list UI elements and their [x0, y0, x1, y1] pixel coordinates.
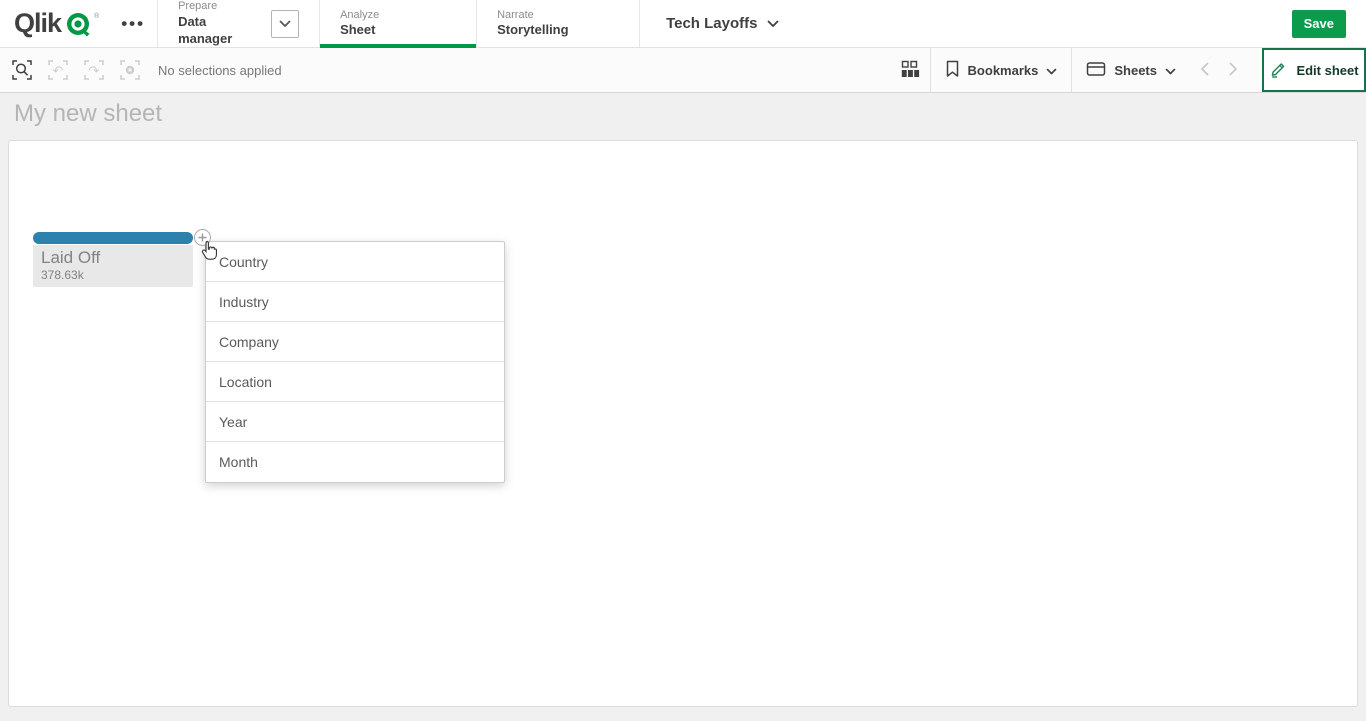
- chevron-right-icon: [1229, 62, 1238, 79]
- nav-section-label: Narrate: [497, 8, 534, 21]
- sheets-button[interactable]: Sheets: [1072, 48, 1190, 92]
- field-menu-item[interactable]: Company: [206, 322, 504, 362]
- nav-item-label: Storytelling: [497, 22, 569, 38]
- save-button[interactable]: Save: [1291, 9, 1346, 38]
- field-menu-item[interactable]: Month: [206, 442, 504, 482]
- nav-item-label: Sheet: [340, 22, 376, 38]
- top-bar: Qlik ® ••• Prepare Data manager Analyze: [0, 0, 1366, 48]
- add-button[interactable]: [194, 229, 211, 246]
- tab-prepare-data-manager[interactable]: Prepare Data manager: [157, 0, 320, 47]
- redo-icon: ↷: [88, 62, 100, 78]
- qlik-wordmark: Qlik: [14, 8, 62, 38]
- sheet-canvas: Laid Off 378.63k Country Industry Compan…: [8, 140, 1358, 707]
- kpi-value: 378.63k: [41, 268, 84, 283]
- plus-icon: [198, 230, 207, 245]
- edit-sheet-label: Edit sheet: [1296, 62, 1359, 78]
- undo-icon: ↶: [52, 62, 64, 78]
- data-manager-dropdown-button[interactable]: [271, 9, 300, 38]
- bookmark-icon: [945, 60, 960, 81]
- field-menu-item[interactable]: Industry: [206, 282, 504, 322]
- sheets-label: Sheets: [1114, 62, 1157, 78]
- field-menu: Country Industry Company Location Year M…: [205, 241, 505, 483]
- kpi-selection-bar: [33, 232, 193, 244]
- sheet-overview-button[interactable]: [891, 48, 930, 92]
- tab-narrate-storytelling[interactable]: Narrate Storytelling: [476, 0, 640, 47]
- pencil-icon: [1269, 59, 1288, 81]
- nav-section-label: Analyze: [340, 8, 380, 21]
- sheets-icon: [1086, 60, 1106, 80]
- field-menu-item[interactable]: Location: [206, 362, 504, 402]
- nav-item-label: Data manager: [178, 13, 233, 46]
- more-menu-button[interactable]: •••: [109, 0, 157, 47]
- undo-selection-button[interactable]: ↶: [46, 58, 70, 82]
- registered-mark: ®: [94, 12, 100, 20]
- ellipsis-icon: •••: [121, 14, 146, 33]
- bookmarks-label: Bookmarks: [967, 62, 1039, 78]
- clear-selections-button[interactable]: [118, 58, 142, 82]
- selections-toolbar: ↶ ↷ No selections applied Bookmarks Shee…: [0, 48, 1366, 93]
- kpi-label: Laid Off: [41, 248, 101, 267]
- chevron-down-icon: [1046, 63, 1057, 78]
- tab-analyze-sheet[interactable]: Analyze Sheet: [319, 0, 477, 48]
- chevron-down-icon: [767, 16, 779, 31]
- chevron-down-icon: [1165, 63, 1176, 78]
- previous-sheet-button[interactable]: [1190, 48, 1219, 92]
- chevron-down-icon: [279, 16, 291, 31]
- smart-search-button[interactable]: [10, 58, 34, 82]
- toolbar-right: Bookmarks Sheets Edit sheet: [891, 48, 1366, 92]
- field-menu-item[interactable]: Year: [206, 402, 504, 442]
- qlik-q-icon: ®: [64, 9, 99, 39]
- app-title: Tech Layoffs: [666, 15, 758, 32]
- redo-selection-button[interactable]: ↷: [82, 58, 106, 82]
- nav-section-label: Prepare: [178, 0, 218, 13]
- chevron-left-icon: [1200, 62, 1209, 79]
- kpi-object[interactable]: Laid Off 378.63k: [33, 245, 193, 287]
- selections-status: No selections applied: [158, 62, 282, 78]
- bookmarks-button[interactable]: Bookmarks: [931, 48, 1072, 92]
- qlik-logo: Qlik ®: [0, 0, 109, 47]
- grid-icon: [901, 60, 920, 81]
- sheet-title: My new sheet: [14, 100, 163, 127]
- field-menu-item[interactable]: Country: [206, 242, 504, 282]
- app-title-menu[interactable]: Tech Layoffs: [639, 0, 806, 47]
- edit-sheet-button[interactable]: Edit sheet: [1262, 48, 1366, 92]
- next-sheet-button[interactable]: [1219, 48, 1248, 92]
- sheet-area: My new sheet Laid Off 378.63k Country In…: [0, 93, 1366, 721]
